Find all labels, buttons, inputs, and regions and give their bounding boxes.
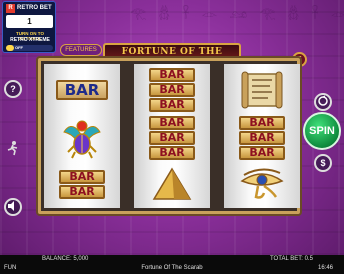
reel-2-symbol-2: BAR BAR BAR — [134, 114, 210, 162]
sound-button[interactable] — [4, 198, 22, 216]
reel-2-symbol-3 — [134, 160, 210, 208]
reel-1-symbol-2 — [44, 114, 120, 162]
bar-symbol: BAR — [56, 80, 108, 100]
promo-counter: 1 — [6, 15, 53, 28]
autoplay-button[interactable] — [314, 93, 332, 111]
help-button[interactable]: ? — [4, 80, 22, 98]
reel-3-symbol-2: BAR BAR BAR — [224, 114, 300, 162]
hieroglyph-border: 𓂀 𓆣 𓋹 𓁹 𓃭 𓂀 𓆣 𓋹 𓁹 𓃭 𓂀 — [130, 7, 344, 20]
reels-frame: BAR BAR BAR BAR BAR BAR BAR BAR BAR BAR … — [38, 58, 300, 214]
retro-xtreme-toggle[interactable]: OFF — [6, 45, 53, 51]
fast-mode-button[interactable] — [4, 140, 22, 158]
autoplay-icon — [318, 95, 328, 106]
reel-1-symbol-3: BAR BAR — [44, 160, 120, 208]
speaker-icon — [8, 201, 14, 211]
reel-3-symbol-3 — [224, 160, 300, 208]
status-bar: BALANCE: 5,000 TOTAL BET: 0.5 FUN Fortun… — [0, 255, 344, 274]
reel-2-symbol-1: BAR BAR BAR — [134, 66, 210, 114]
triple-bar-symbol: BAR — [149, 68, 195, 82]
double-bar-symbol: BAR — [59, 169, 105, 184]
reel-1: BAR BAR BAR — [44, 64, 120, 208]
retro-bet-logo: R RETRO BET — [6, 3, 54, 13]
promo-feature-name: RETRO XTREME — [10, 37, 50, 43]
reel-2: BAR BAR BAR BAR BAR BAR — [134, 64, 210, 208]
papyrus-scroll-icon — [241, 71, 283, 109]
help-icon: ? — [10, 84, 16, 94]
features-button[interactable]: FEATURES — [60, 44, 102, 56]
reel-3: BAR BAR BAR — [224, 64, 300, 208]
retro-bet-promo-panel: R RETRO BET 1 TURN ON TO ACTIVATE RETRO … — [2, 1, 56, 53]
clock: 16:46 — [318, 265, 334, 271]
game-name-label: Fortune Of The Scarab — [141, 265, 203, 271]
bet-button[interactable]: $ — [314, 154, 332, 172]
running-man-icon — [7, 141, 18, 156]
eye-of-horus-icon — [240, 168, 284, 199]
triple-bar-symbol: BAR — [149, 116, 195, 130]
scarab-icon — [63, 120, 101, 159]
balance-display: BALANCE: 5,000 — [42, 256, 89, 262]
spin-button[interactable]: SPIN — [303, 112, 341, 150]
reel-3-symbol-1 — [224, 66, 300, 114]
total-bet-display: TOTAL BET: 0.5 — [270, 256, 313, 262]
coin-icon: $ — [320, 158, 326, 168]
triple-bar-symbol: BAR — [239, 116, 285, 130]
game-screen: 𓂀 𓆣 𓋹 𓁹 𓃭 𓂀 𓆣 𓋹 𓁹 𓃭 𓂀 R RETRO BET 1 TURN… — [0, 0, 344, 274]
reel-1-symbol-1: BAR — [44, 66, 120, 114]
pyramid-icon — [152, 167, 192, 200]
